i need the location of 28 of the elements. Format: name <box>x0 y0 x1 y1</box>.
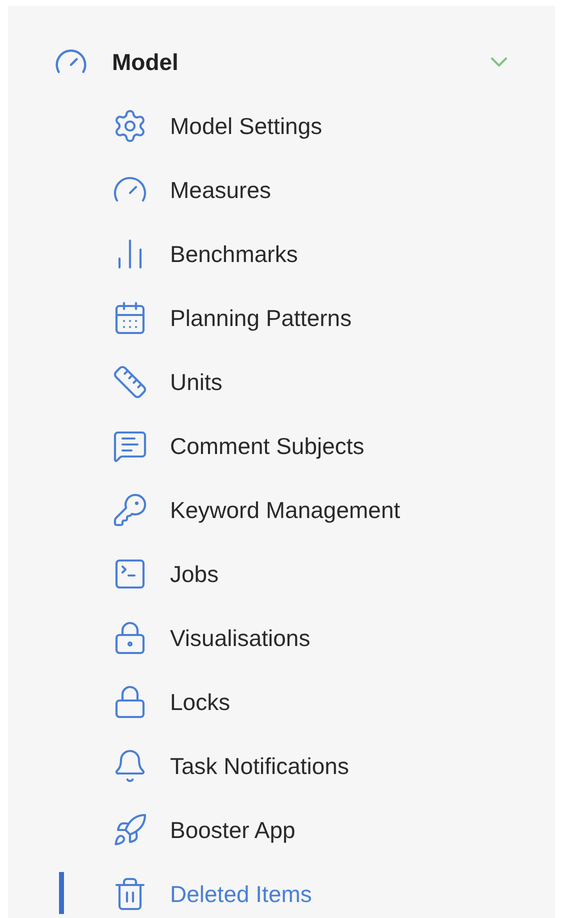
nav-item[interactable]: Benchmarks <box>112 236 298 272</box>
section-header[interactable]: Model <box>8 36 555 88</box>
nav-item[interactable]: Task Notifications <box>112 748 349 784</box>
nav-item[interactable]: Visualisations <box>112 620 310 656</box>
nav-item-label: Benchmarks <box>170 240 298 269</box>
nav-item[interactable]: Model Settings <box>112 108 322 144</box>
nav-item-label: Keyword Management <box>170 496 400 525</box>
nav-item[interactable]: Measures <box>112 172 271 208</box>
nav-item[interactable]: Locks <box>112 684 230 720</box>
nav-item-label: Units <box>170 368 222 397</box>
nav-item[interactable]: Keyword Management <box>112 492 400 528</box>
nav-item[interactable]: Booster App <box>112 812 296 848</box>
nav-item-label: Model Settings <box>170 112 322 141</box>
nav-item-label: Planning Patterns <box>170 304 352 333</box>
nav-item[interactable]: Comment Subjects <box>112 428 364 464</box>
nav-item[interactable]: Planning Patterns <box>112 300 352 336</box>
nav-item-label: Deleted Items <box>170 880 312 909</box>
nav-item-label: Comment Subjects <box>170 432 364 461</box>
nav-item-label: Measures <box>170 176 271 205</box>
nav-item-label: Jobs <box>170 560 219 589</box>
section-label: Model <box>112 48 178 77</box>
nav-item-label: Visualisations <box>170 624 310 653</box>
nav-item-label: Task Notifications <box>170 752 349 781</box>
nav-item[interactable]: Deleted Items <box>112 876 312 912</box>
nav-item-label: Booster App <box>170 816 296 845</box>
nav-item-label: Locks <box>170 688 230 717</box>
nav-item[interactable]: Jobs <box>112 556 219 592</box>
nav-item[interactable]: Units <box>112 364 222 400</box>
